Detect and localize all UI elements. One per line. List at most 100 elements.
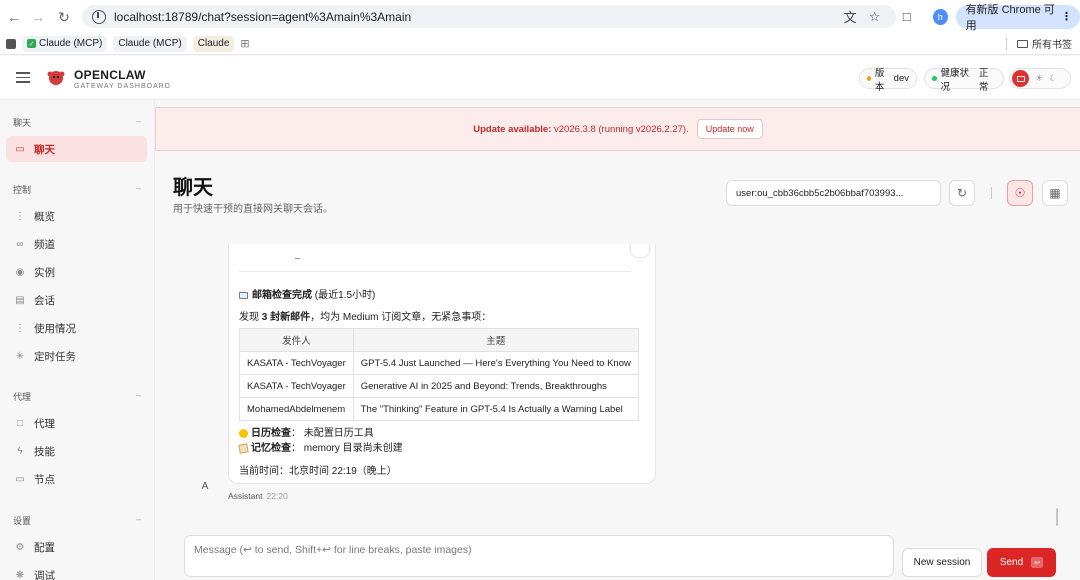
- radio-icon: ◉: [15, 266, 25, 278]
- gear-icon: ⚙: [15, 541, 25, 553]
- envelope-icon: [239, 291, 248, 299]
- reload-icon[interactable]: ↻: [53, 6, 75, 28]
- sun-icon[interactable]: ☀: [1035, 73, 1043, 84]
- sidebar-section-chat[interactable]: 聊天 –: [13, 116, 141, 129]
- version-status-dot: [867, 76, 871, 81]
- openclaw-logo-icon: [47, 71, 65, 85]
- sidebar-item-debug[interactable]: ❋ 调试: [6, 562, 147, 580]
- bookmark-item[interactable]: ✓ Claude (MCP): [22, 35, 108, 52]
- browser-actions: 文 ☆ □ h 有新版 Chrome 可用 ⋮: [842, 4, 1080, 32]
- page-subtitle: 用于快速干预的直接网关聊天会话。: [173, 204, 333, 215]
- sidebar-section-control[interactable]: 控制 –: [13, 183, 141, 196]
- theme-system-button[interactable]: [1012, 70, 1029, 87]
- back-icon[interactable]: ←: [3, 6, 25, 28]
- collapse-icon: –: [135, 183, 141, 193]
- star-icon[interactable]: ☆: [866, 8, 882, 26]
- brand-subtitle: GATEWAY DASHBOARD: [74, 83, 171, 90]
- forward-icon[interactable]: →: [27, 6, 49, 28]
- profile-avatar[interactable]: h: [933, 8, 948, 25]
- divider: [295, 258, 300, 259]
- translate-icon[interactable]: 文: [842, 8, 858, 26]
- monitor-icon: [1016, 75, 1025, 82]
- site-info-icon[interactable]: [92, 9, 106, 24]
- sidebar-item-sessions[interactable]: ▤ 会话: [6, 287, 147, 313]
- monitor-icon: ▭: [15, 473, 25, 485]
- address-bar[interactable]: localhost:18789/chat?session=agent%3Amai…: [82, 5, 896, 28]
- sidebar-section-settings[interactable]: 设置 –: [13, 514, 141, 527]
- calendar-check: 日历检查： 未配置日历工具: [239, 424, 374, 439]
- current-time: 当前时间：北京时间 22:19（晚上）: [239, 466, 397, 477]
- memo-emoji-icon: [238, 443, 249, 454]
- moon-icon[interactable]: ☾: [1049, 73, 1057, 84]
- session-select[interactable]: user:ou_cbb36cbb5c2b06bbaf703993...: [726, 180, 941, 206]
- sidebar-item-usage[interactable]: ⋮ 使用情况: [6, 315, 147, 341]
- document-icon: ▤: [15, 294, 25, 306]
- browser-toolbar: ← → ↻ localhost:18789/chat?session=agent…: [0, 0, 1080, 33]
- brand: OPENCLAW GATEWAY DASHBOARD: [74, 68, 171, 90]
- update-banner-text: Update available: v2026.3.8 (running v20…: [473, 123, 689, 135]
- health-badge: 健康状况 正常: [924, 68, 1004, 93]
- page-title: 聊天: [173, 177, 213, 199]
- kebab-menu-icon: ⋮: [1061, 11, 1073, 23]
- mail-summary: 发现 3 封新邮件，均为 Medium 订阅文章，无紧急事项：: [239, 312, 492, 323]
- menu-icon[interactable]: [16, 72, 30, 83]
- all-bookmarks[interactable]: 所有书签: [1006, 36, 1072, 51]
- table-row: MohamedAbdelmenem The "Thinking" Feature …: [239, 397, 639, 421]
- collapse-icon: –: [135, 514, 141, 524]
- sidebar-item-config[interactable]: ⚙ 配置: [6, 534, 147, 560]
- memory-check: 记忆检查： memory 目录尚未创建: [238, 439, 403, 454]
- message-scroll-edge: [630, 244, 650, 258]
- sidebar-item-skills[interactable]: ϟ 技能: [6, 438, 147, 464]
- update-now-button[interactable]: Update now: [696, 119, 763, 139]
- table-header-row: 发件人 主题: [239, 328, 639, 352]
- theme-switcher: ☀ ☾: [1009, 68, 1071, 89]
- focus-mode-button[interactable]: ▦: [1042, 180, 1068, 206]
- bookmark-item[interactable]: Claude (MCP): [113, 35, 187, 52]
- send-button[interactable]: Send ↩: [987, 548, 1056, 577]
- brain-icon: ☉: [1014, 186, 1026, 200]
- update-banner: Update available: v2026.3.8 (running v20…: [155, 107, 1080, 151]
- sidebar-item-overview[interactable]: ⋮ 概览: [6, 203, 147, 229]
- chrome-update-label: 有新版 Chrome 可用: [965, 3, 1055, 32]
- apps-grid-icon[interactable]: ⊞: [240, 37, 249, 50]
- sidebar-item-nodes[interactable]: ▭ 节点: [6, 466, 147, 492]
- divider: [1006, 37, 1007, 50]
- scrollbar-thumb[interactable]: [1056, 508, 1058, 526]
- table-row: KASATA - TechVoyager GPT-5.4 Just Launche…: [239, 351, 639, 375]
- assistant-avatar: A: [201, 480, 209, 492]
- link-icon: ∞: [16, 238, 24, 250]
- sidebar-section-agents[interactable]: 代理 –: [13, 390, 141, 403]
- zap-icon: ϟ: [17, 445, 23, 457]
- extensions-icon[interactable]: □: [899, 8, 915, 26]
- table-row: KASATA - TechVoyager Generative AI in 202…: [239, 374, 639, 398]
- sidebar-item-chat[interactable]: ▭ 聊天: [6, 136, 147, 162]
- sidebar-item-channels[interactable]: ∞ 频道: [6, 231, 147, 257]
- mail-heading: 邮箱检查完成 (最近1.5小时): [239, 286, 375, 301]
- refresh-icon: ↻: [956, 186, 968, 200]
- message-input[interactable]: Message (↩ to send, Shift+↩ for line bre…: [184, 535, 894, 577]
- divider: [239, 271, 631, 272]
- bookmark-item[interactable]: Claude: [192, 35, 235, 52]
- focus-icon: ▦: [1049, 186, 1061, 200]
- health-status-dot: [932, 76, 937, 81]
- brand-title: OPENCLAW: [74, 68, 146, 82]
- column-header: 主题: [352, 328, 639, 352]
- sidebar-item-agents[interactable]: □ 代理: [6, 410, 147, 436]
- chrome-update-button[interactable]: 有新版 Chrome 可用 ⋮: [955, 4, 1080, 32]
- chat-bubble-icon: ▭: [15, 143, 25, 155]
- calendar-emoji-icon: [239, 428, 248, 438]
- mail-table: 发件人 主题 KASATA - TechVoyager GPT-5.4 Just …: [239, 328, 639, 421]
- bar-chart-icon: ⋮: [15, 210, 25, 222]
- url-text[interactable]: localhost:18789/chat?session=agent%3Amai…: [114, 10, 411, 24]
- message-meta: Assistant 22:20: [228, 491, 288, 501]
- sidebar-item-cron[interactable]: ✳ 定时任务: [6, 343, 147, 369]
- collapse-icon: –: [135, 116, 141, 126]
- refresh-button[interactable]: ↻: [949, 180, 975, 206]
- loader-icon: ✳: [15, 350, 25, 362]
- bookmark-app-icon[interactable]: [6, 38, 16, 49]
- thinking-toggle-button[interactable]: ☉: [1007, 180, 1033, 206]
- sidebar-item-instances[interactable]: ◉ 实例: [6, 259, 147, 285]
- bug-icon: ❋: [15, 569, 25, 580]
- new-session-button[interactable]: New session: [902, 548, 982, 577]
- bookmarks-bar: ✓ Claude (MCP) Claude (MCP) Claude ⊞ 所有书签: [0, 33, 1080, 55]
